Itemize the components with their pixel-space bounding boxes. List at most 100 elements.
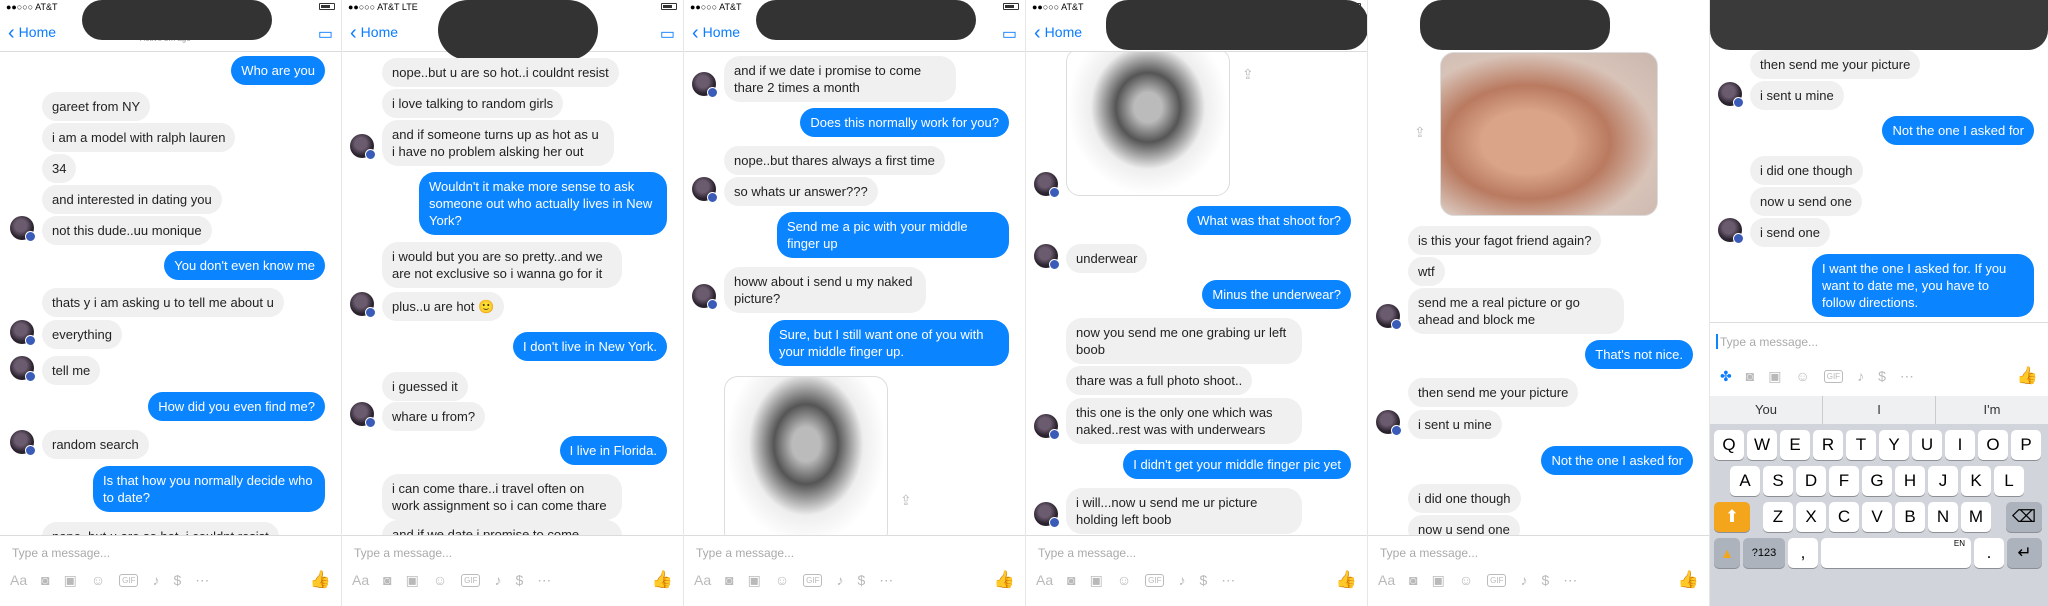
like-icon[interactable]: 👍 (652, 570, 673, 590)
gif-icon[interactable]: GIF (1823, 369, 1844, 383)
gallery-icon[interactable]: ▣ (748, 572, 761, 589)
space-key[interactable]: EN (1821, 538, 1971, 568)
key[interactable]: P (2011, 430, 2041, 460)
shared-photo[interactable] (724, 376, 888, 535)
avatar[interactable] (1034, 502, 1060, 528)
avatar[interactable] (692, 72, 718, 98)
suggestion-item[interactable]: I'm (1936, 396, 2048, 424)
swiftkey-logo-key[interactable]: ▲ (1714, 538, 1740, 568)
message-input[interactable]: Type a message... (1715, 334, 1818, 349)
text-format-icon[interactable]: Aa (1378, 572, 1395, 588)
avatar[interactable] (10, 430, 36, 456)
key[interactable]: A (1730, 466, 1760, 496)
camera-icon[interactable]: ◙ (1409, 572, 1417, 588)
numbers-key[interactable]: ?123 (1743, 538, 1785, 568)
text-format-icon[interactable]: Aa (352, 572, 369, 588)
back-button[interactable]: ‹ Home (692, 23, 740, 43)
key[interactable]: N (1928, 502, 1958, 532)
gallery-icon[interactable]: ▣ (406, 572, 419, 589)
like-icon[interactable]: 👍 (1678, 570, 1699, 590)
apps-icon[interactable]: ✤ (1720, 368, 1732, 385)
payment-icon[interactable]: $ (1541, 572, 1549, 588)
payment-icon[interactable]: $ (1199, 572, 1207, 588)
gallery-icon[interactable]: ▣ (1090, 572, 1103, 589)
avatar[interactable] (692, 284, 718, 310)
avatar[interactable] (350, 134, 376, 160)
more-icon[interactable]: ⋯ (537, 572, 551, 589)
avatar[interactable] (1718, 218, 1744, 244)
message-input[interactable]: Type a message... (12, 546, 110, 560)
emoji-icon[interactable]: ☺ (1459, 572, 1473, 588)
video-call-icon[interactable]: ▭ (660, 24, 675, 44)
gif-icon[interactable]: GIF (1487, 573, 1507, 587)
avatar[interactable] (692, 177, 718, 203)
key[interactable]: R (1813, 430, 1843, 460)
enter-key[interactable]: ↵ (2007, 538, 2042, 568)
gallery-icon[interactable]: ▣ (64, 572, 77, 589)
video-call-icon[interactable]: ▭ (1002, 24, 1017, 44)
emoji-icon[interactable]: ☺ (91, 572, 105, 588)
payment-icon[interactable]: $ (515, 572, 523, 588)
microphone-icon[interactable]: ♪ (1178, 572, 1185, 588)
key[interactable]: O (1978, 430, 2008, 460)
key[interactable]: G (1862, 466, 1892, 496)
period-key[interactable]: . (1974, 538, 2004, 568)
microphone-icon[interactable]: ♪ (1857, 368, 1864, 384)
comma-key[interactable]: , (1788, 538, 1818, 568)
key[interactable]: X (1796, 502, 1826, 532)
payment-icon[interactable]: $ (173, 572, 181, 588)
gif-icon[interactable]: GIF (461, 573, 481, 587)
shared-photo[interactable] (1440, 52, 1658, 216)
key[interactable]: H (1895, 466, 1925, 496)
gif-icon[interactable]: GIF (803, 573, 823, 587)
like-icon[interactable]: 👍 (1336, 570, 1357, 590)
key[interactable]: U (1912, 430, 1942, 460)
emoji-icon[interactable]: ☺ (433, 572, 447, 588)
message-input[interactable]: Type a message... (354, 546, 452, 560)
share-icon[interactable]: ⇪ (900, 492, 912, 509)
key[interactable]: M (1961, 502, 1991, 532)
key[interactable]: E (1780, 430, 1810, 460)
emoji-icon[interactable]: ☺ (1117, 572, 1131, 588)
avatar[interactable] (10, 356, 36, 382)
like-icon[interactable]: 👍 (994, 570, 1015, 590)
key[interactable]: J (1928, 466, 1958, 496)
more-icon[interactable]: ⋯ (879, 572, 893, 589)
avatar[interactable] (350, 402, 376, 428)
video-call-icon[interactable]: ▭ (318, 24, 333, 44)
text-format-icon[interactable]: Aa (10, 572, 27, 588)
key[interactable]: F (1829, 466, 1859, 496)
shift-key[interactable]: ⬆ (1714, 502, 1750, 532)
like-icon[interactable]: 👍 (2017, 366, 2038, 386)
gif-icon[interactable]: GIF (1145, 573, 1165, 587)
emoji-icon[interactable]: ☺ (775, 572, 789, 588)
camera-icon[interactable]: ◙ (1067, 572, 1075, 588)
payment-icon[interactable]: $ (1878, 368, 1886, 384)
camera-icon[interactable]: ◙ (383, 572, 391, 588)
message-input[interactable]: Type a message... (1380, 546, 1478, 560)
avatar[interactable] (350, 292, 376, 318)
avatar[interactable] (1718, 82, 1744, 108)
key[interactable]: W (1747, 430, 1777, 460)
back-button[interactable]: ‹ Home (1034, 23, 1082, 43)
back-button[interactable]: ‹ Home (8, 23, 56, 43)
camera-icon[interactable]: ◙ (725, 572, 733, 588)
gallery-icon[interactable]: ▣ (1768, 368, 1781, 385)
suggestion-item[interactable]: You (1710, 396, 1823, 424)
more-icon[interactable]: ⋯ (195, 572, 209, 589)
microphone-icon[interactable]: ♪ (494, 572, 501, 588)
gif-icon[interactable]: GIF (119, 573, 139, 587)
avatar[interactable] (10, 216, 36, 242)
key[interactable]: L (1994, 466, 2024, 496)
avatar[interactable] (1376, 304, 1402, 330)
more-icon[interactable]: ⋯ (1221, 572, 1235, 589)
share-icon[interactable]: ⇪ (1242, 66, 1254, 83)
message-input[interactable]: Type a message... (696, 546, 794, 560)
key[interactable]: I (1945, 430, 1975, 460)
microphone-icon[interactable]: ♪ (836, 572, 843, 588)
key[interactable]: B (1895, 502, 1925, 532)
key[interactable]: C (1829, 502, 1859, 532)
camera-icon[interactable]: ◙ (1746, 368, 1754, 384)
key[interactable]: T (1846, 430, 1876, 460)
more-icon[interactable]: ⋯ (1563, 572, 1577, 589)
